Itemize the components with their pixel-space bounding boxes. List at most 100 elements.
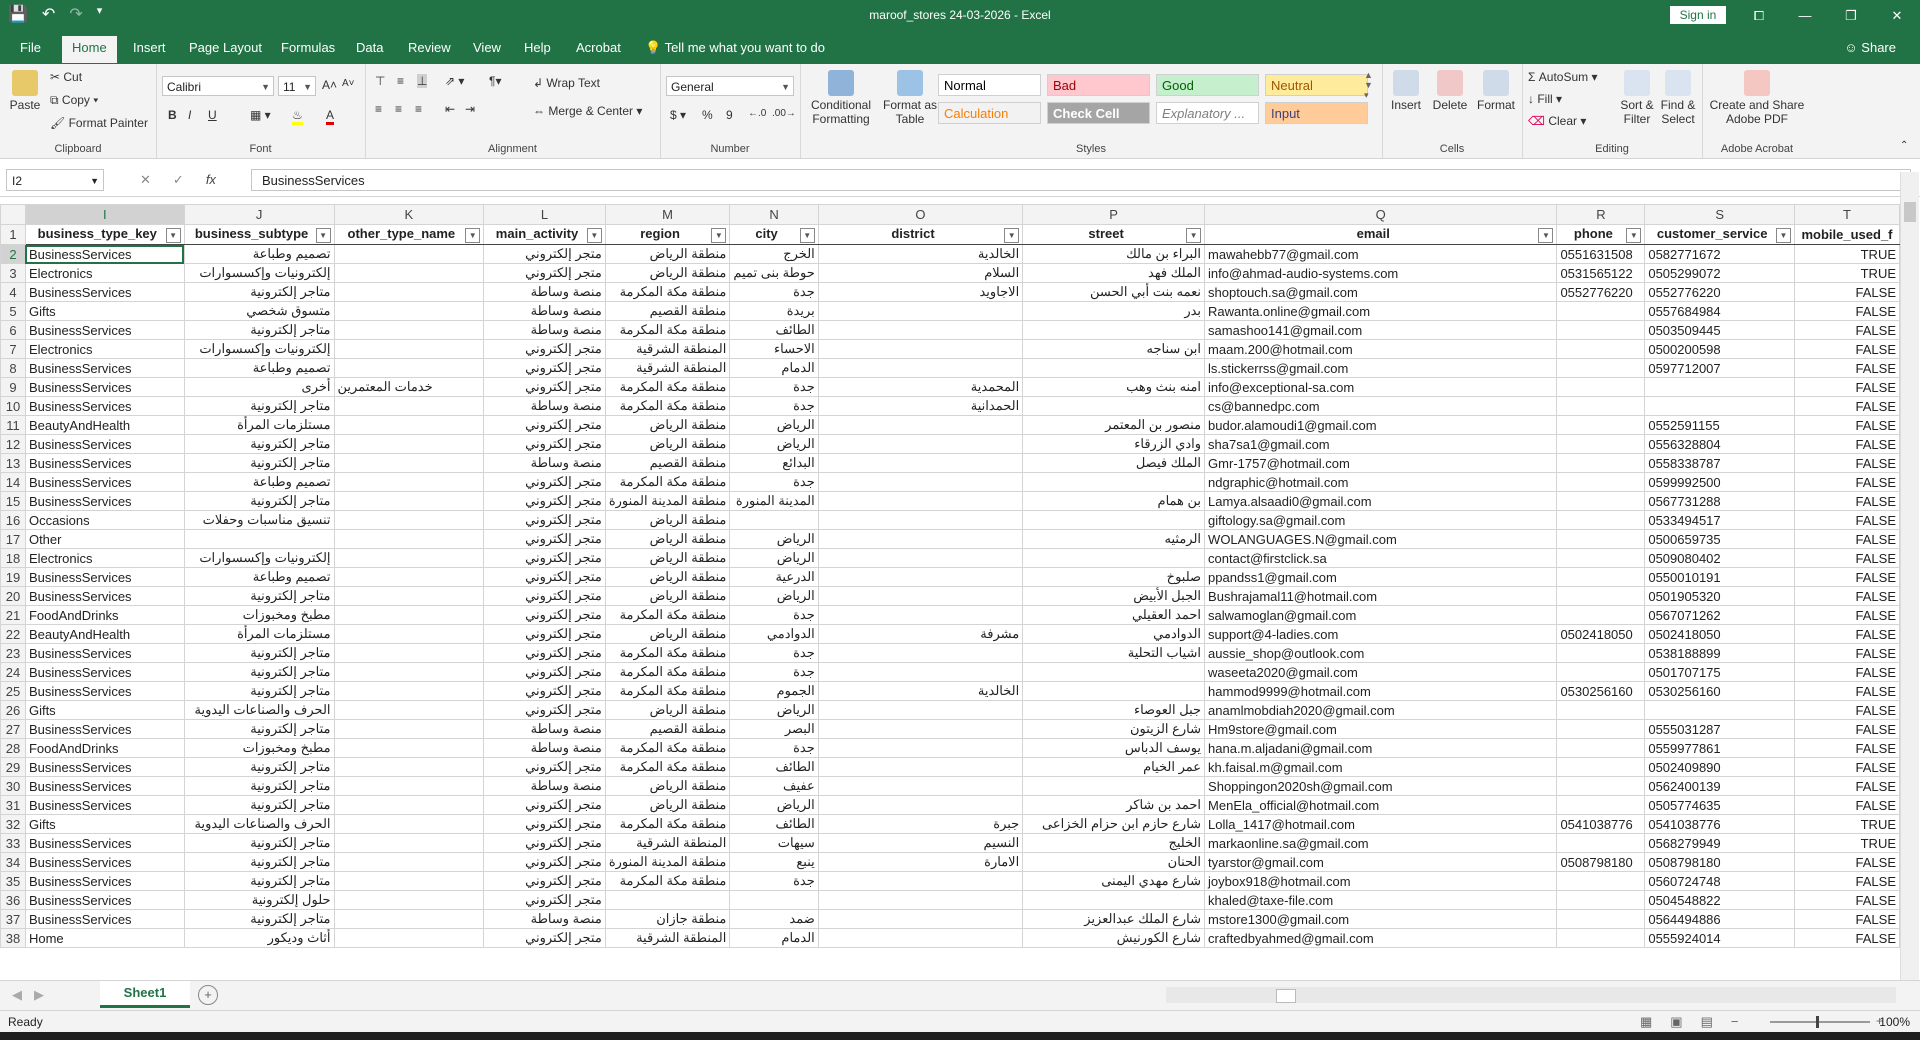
cell-i2[interactable]: BusinessServices [24,244,185,264]
cell-k22[interactable] [333,624,485,644]
cell-q38[interactable]: craftedbyahmed@gmail.com [1204,928,1558,948]
row-header[interactable]: 28 [0,738,26,758]
cell-j36[interactable]: حلول إلكترونية [183,890,335,910]
cell-j27[interactable]: متاجر إلكترونية [183,719,335,739]
borders-icon[interactable]: ▦ ▾ [250,108,271,122]
cell-r3[interactable]: 0531565122 [1556,263,1646,283]
cell-m17[interactable]: منطقة الرياض [604,529,731,549]
cell-l33[interactable]: متجر إلكتروني [483,833,606,853]
cell-l29[interactable]: متجر إلكتروني [483,757,606,777]
cell-i23[interactable]: BusinessServices [24,643,185,663]
cell-r28[interactable] [1556,738,1646,758]
cell-j37[interactable]: متاجر إلكترونية [183,909,335,929]
cell-l32[interactable]: متجر إلكتروني [483,814,606,834]
rtl-icon[interactable]: ¶▾ [489,74,501,88]
tab-formulas[interactable]: Formulas [281,40,335,55]
cell-t3[interactable]: TRUE [1794,263,1900,283]
cell-m12[interactable]: منطقة الرياض [604,434,731,454]
cell-n2[interactable]: الخرج [729,244,819,264]
cell-i31[interactable]: BusinessServices [24,795,185,815]
cell-i15[interactable]: BusinessServices [24,491,185,511]
cell-j19[interactable]: تصميم وطباعة [183,567,335,587]
cell-j32[interactable]: الحرف والصناعات اليدوية [183,814,335,834]
cell-m36[interactable] [604,890,731,910]
cell-m34[interactable]: منطقة المدينة المنورة [604,852,731,872]
row-header[interactable]: 21 [0,605,26,625]
cell-q10[interactable]: cs@bannedpc.com [1204,396,1558,416]
cell-r21[interactable] [1556,605,1646,625]
column-header-j[interactable]: J [183,204,335,225]
cell-m8[interactable]: المنطقة الشرقية [604,358,731,378]
cell-s15[interactable]: 0567731288 [1644,491,1795,511]
cell-s38[interactable]: 0555924014 [1644,928,1795,948]
cell-q33[interactable]: markaonline.sa@gmail.com [1204,833,1558,853]
cell-i14[interactable]: BusinessServices [24,472,185,492]
cell-s32[interactable]: 0541038776 [1644,814,1795,834]
fill-color-icon[interactable]: ♨ [292,108,303,125]
cell-q18[interactable]: contact@firstclick.sa [1204,548,1558,568]
cell-r14[interactable] [1556,472,1646,492]
cell-p33[interactable]: الخليج [1022,833,1206,853]
cell-t30[interactable]: FALSE [1794,776,1900,796]
cell-i37[interactable]: BusinessServices [24,909,185,929]
cell-p4[interactable]: نعمه بنت أبي الحسن [1022,282,1206,302]
cell-q21[interactable]: salwamoglan@gmail.com [1204,605,1558,625]
cell-i33[interactable]: BusinessServices [24,833,185,853]
cell-l11[interactable]: متجر إلكتروني [483,415,606,435]
cell-o34[interactable]: الامارة [817,852,1024,872]
cell-n23[interactable]: جدة [729,643,819,663]
column-title-cell[interactable]: mobile_used_f [1794,224,1900,245]
minimize-icon[interactable]: — [1782,0,1828,32]
delete-cells-button[interactable]: Delete [1430,70,1470,112]
cell-q20[interactable]: Bushrajamal11@hotmail.com [1204,586,1558,606]
cell-n28[interactable]: جدة [729,738,819,758]
cell-n29[interactable]: الطائف [729,757,819,777]
cell-i3[interactable]: Electronics [24,263,185,283]
cell-j18[interactable]: إلكترونيات وإكسسوارات [183,548,335,568]
row-header[interactable]: 37 [0,909,26,929]
cell-s21[interactable]: 0567071262 [1644,605,1795,625]
cell-t27[interactable]: FALSE [1794,719,1900,739]
cell-p6[interactable] [1022,320,1206,340]
cell-i20[interactable]: BusinessServices [24,586,185,606]
align-middle-icon[interactable]: ≡ [397,74,404,88]
cell-p5[interactable]: بدر [1022,301,1206,321]
format-cells-button[interactable]: Format [1474,70,1518,112]
cell-j26[interactable]: الحرف والصناعات اليدوية [183,700,335,720]
cell-k20[interactable] [333,586,485,606]
column-title-cell[interactable]: street ▼ [1022,224,1206,245]
cell-l16[interactable]: متجر إلكتروني [483,510,606,530]
cell-s2[interactable]: 0582771672 [1644,244,1795,264]
cell-k9[interactable]: خدمات المعتمرين [333,377,485,397]
cell-m3[interactable]: منطقة الرياض [604,263,731,283]
share-button[interactable]: ☺ Share [1844,40,1896,55]
cell-style-input[interactable]: Input [1265,102,1368,124]
cell-r23[interactable] [1556,643,1646,663]
cell-m13[interactable]: منطقة القصيم [604,453,731,473]
cell-k17[interactable] [333,529,485,549]
cell-q19[interactable]: ppandss1@gmail.com [1204,567,1558,587]
cell-o37[interactable] [817,909,1024,929]
cell-p31[interactable]: احمد بن شاكر [1022,795,1206,815]
cell-m35[interactable]: منطقة مكة المكرمة [604,871,731,891]
cell-t35[interactable]: FALSE [1794,871,1900,891]
cell-j6[interactable]: متاجر إلكترونية [183,320,335,340]
cell-r29[interactable] [1556,757,1646,777]
cell-j16[interactable]: تنسيق مناسبات وحفلات [183,510,335,530]
tab-data[interactable]: Data [356,40,383,55]
cell-o5[interactable] [817,301,1024,321]
cell-j3[interactable]: إلكترونيات وإكسسوارات [183,263,335,283]
row-header[interactable]: 33 [0,833,26,853]
filter-dropdown-icon[interactable]: ▼ [1538,228,1554,243]
cell-m11[interactable]: منطقة الرياض [604,415,731,435]
close-icon[interactable]: ✕ [1874,0,1920,32]
cell-j31[interactable]: متاجر إلكترونية [183,795,335,815]
row-header[interactable]: 34 [0,852,26,872]
normal-view-icon[interactable]: ▦ [1640,1014,1652,1030]
cell-j13[interactable]: متاجر إلكترونية [183,453,335,473]
cell-r31[interactable] [1556,795,1646,815]
paste-button[interactable]: Paste [6,70,44,112]
cell-j28[interactable]: مطبخ ومخبوزات [183,738,335,758]
cell-o30[interactable] [817,776,1024,796]
cell-r12[interactable] [1556,434,1646,454]
